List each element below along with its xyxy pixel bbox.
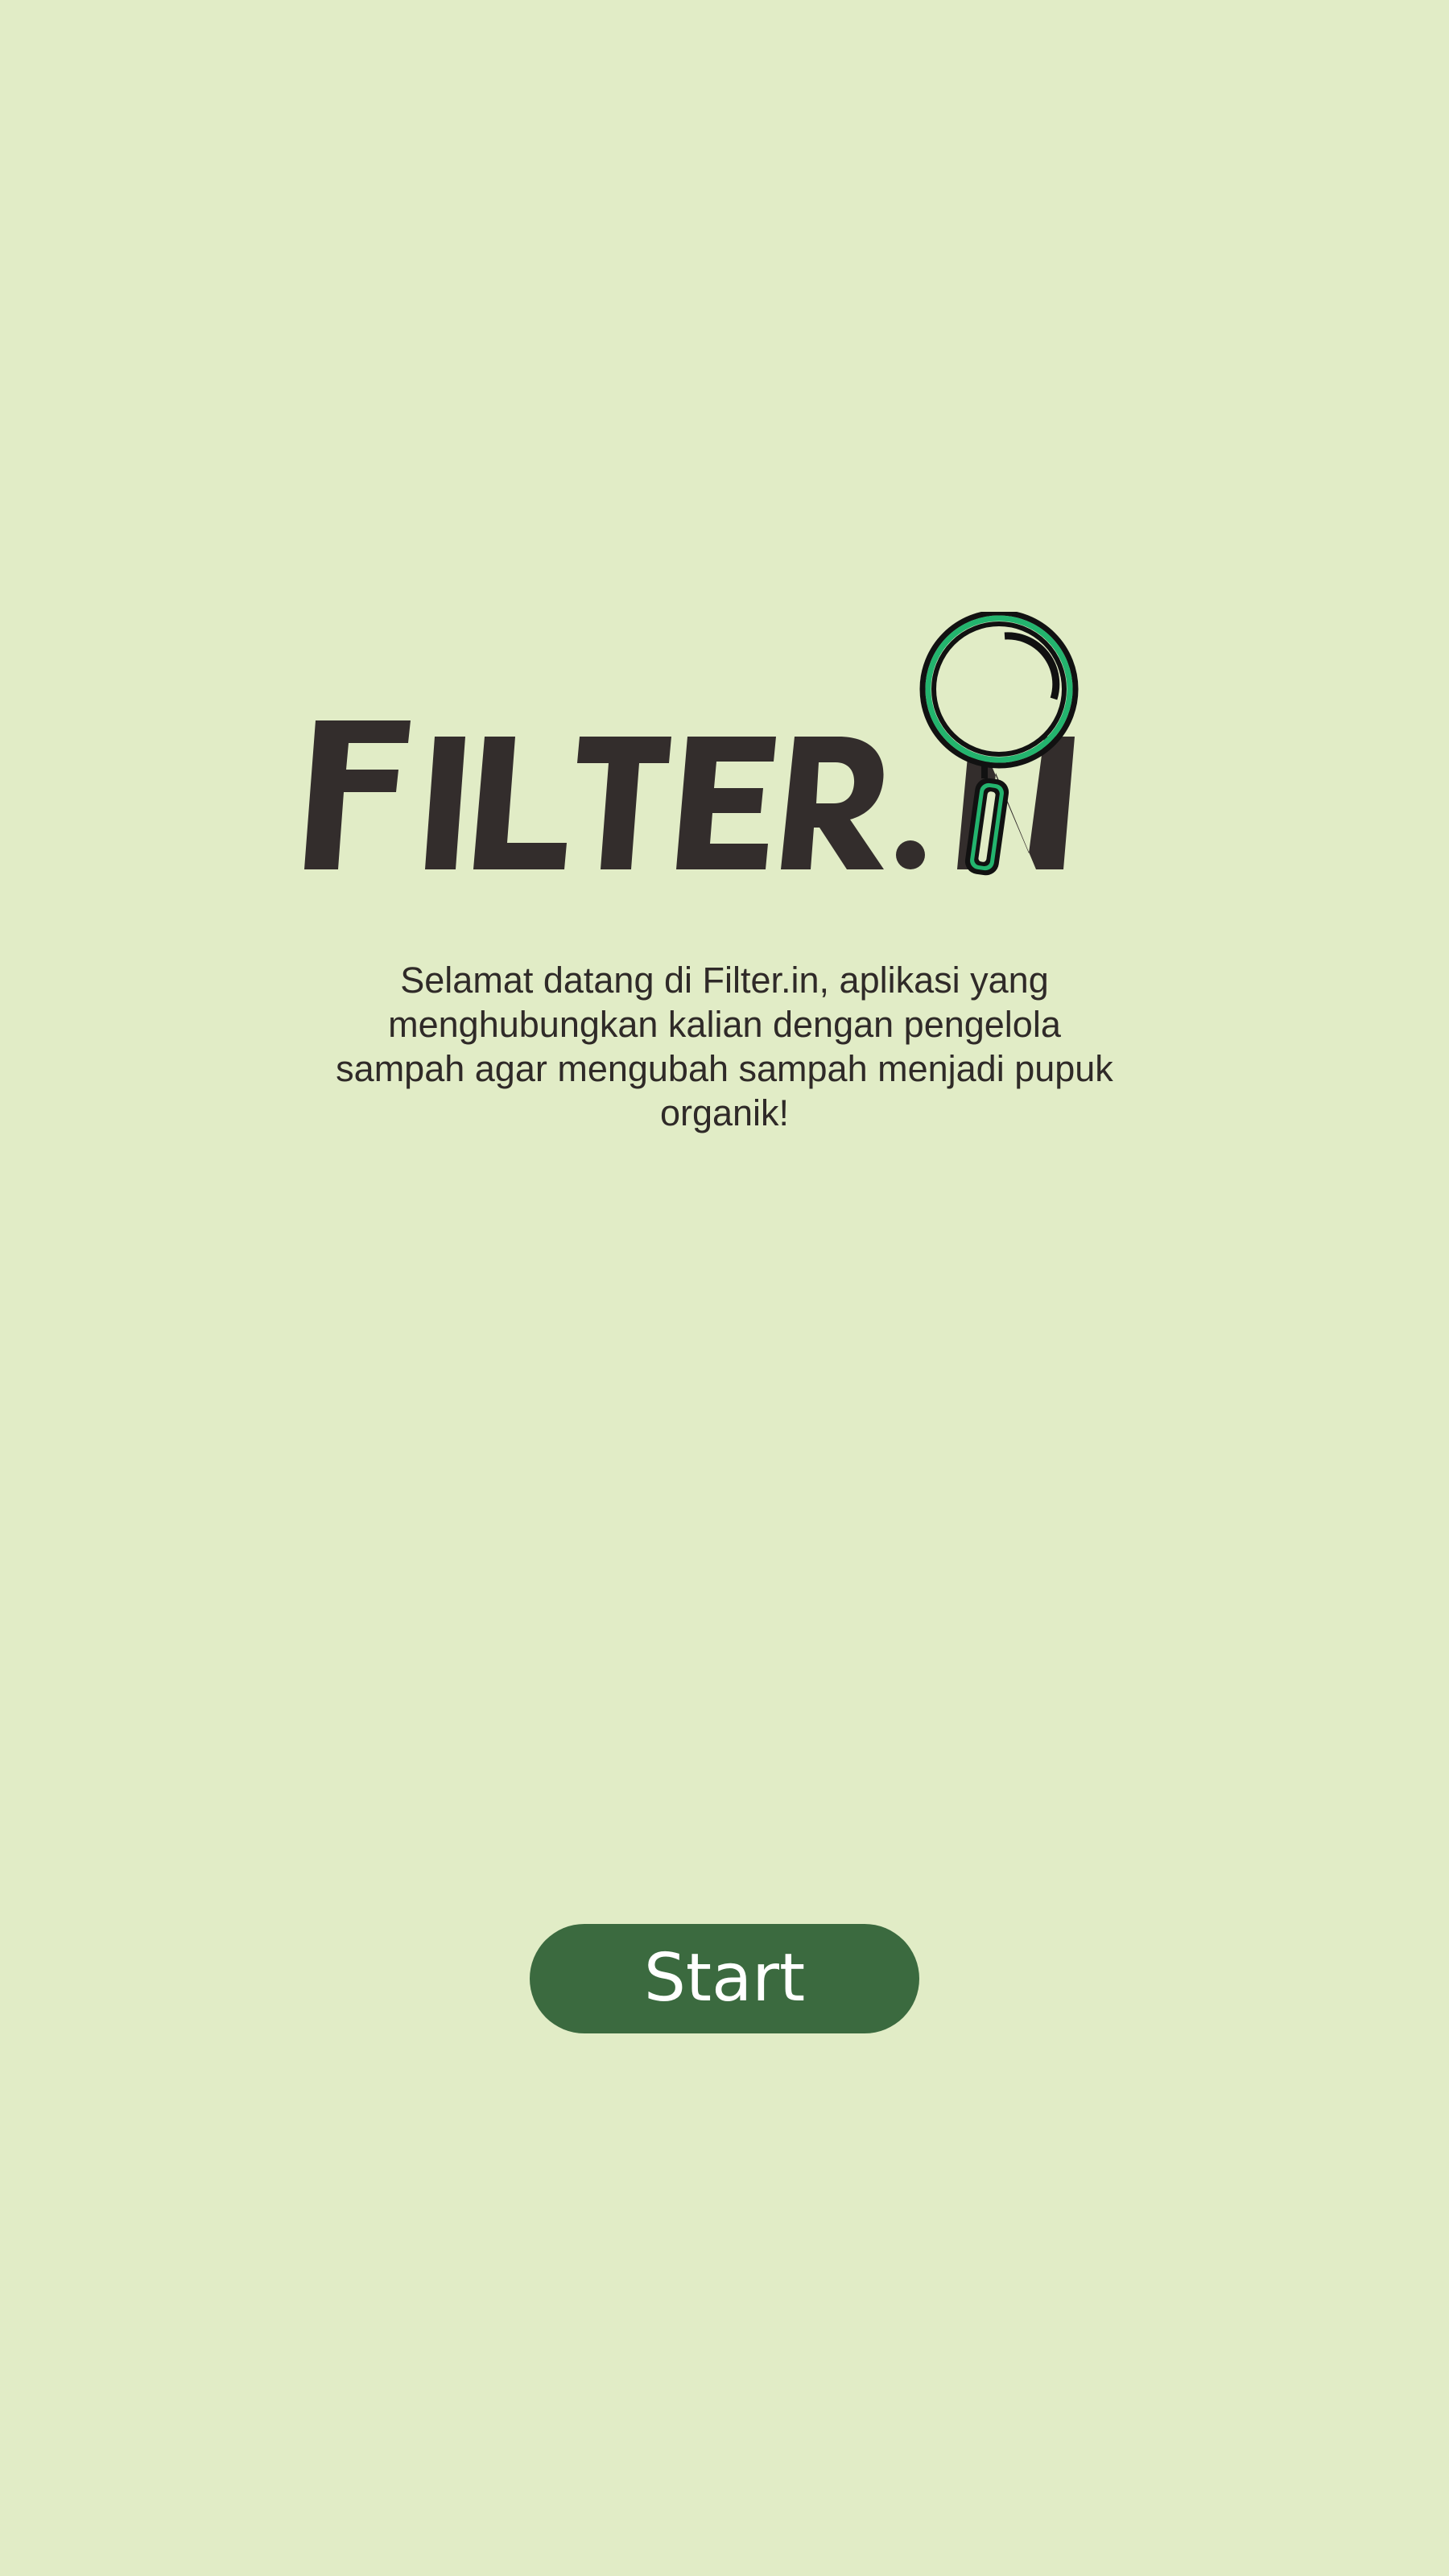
app-logo [298,612,1151,877]
logo-letter-f [304,720,411,869]
logo-letter-l [473,737,567,869]
start-button[interactable]: Start [530,1924,919,2033]
logo-letter-e [676,737,776,869]
logo-letter-i [425,737,465,869]
welcome-text: Selamat datang di Filter.in, aplikasi ya… [336,960,1113,1133]
logo-dot [896,840,925,869]
filter-in-wordmark [304,612,1079,876]
logo-letter-t [577,737,671,869]
logo-letter-r [781,737,884,869]
